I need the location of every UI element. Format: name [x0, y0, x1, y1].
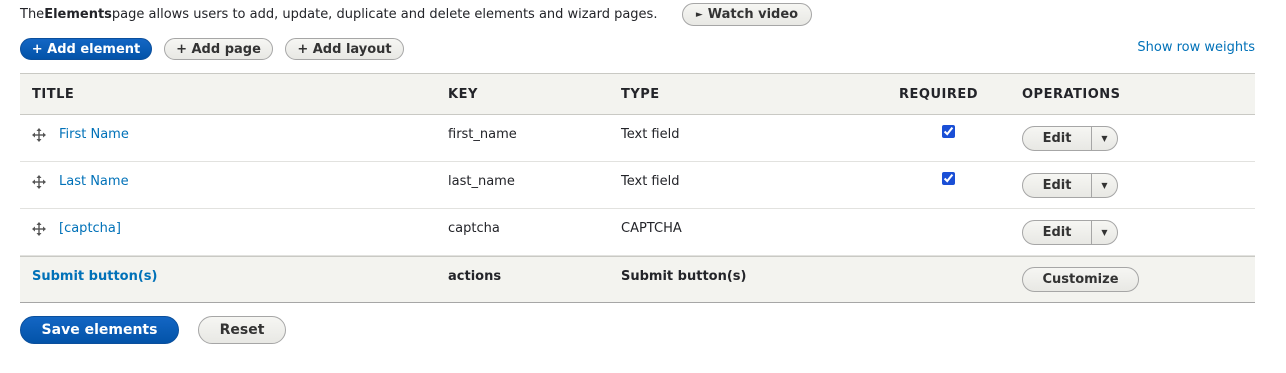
submit-title-link[interactable]: Submit button(s)	[32, 269, 157, 284]
header-operations: OPERATIONS	[1022, 87, 1121, 102]
reset-button[interactable]: Reset	[198, 316, 286, 344]
table-row: [captcha] captcha CAPTCHA Edit ▼	[20, 209, 1255, 256]
row-title-link[interactable]: Last Name	[59, 174, 129, 189]
row-type: CAPTCHA	[621, 221, 682, 236]
row-type: Text field	[621, 174, 680, 189]
row-type: Text field	[621, 127, 680, 142]
submit-key: actions	[448, 269, 502, 284]
table-header: TITLE KEY TYPE REQUIRED OPERATIONS	[20, 73, 1255, 115]
operations-dropbutton: Edit ▼	[1022, 220, 1118, 245]
row-key: captcha	[448, 221, 500, 236]
header-title: TITLE	[32, 87, 75, 102]
table-row: Last Name last_name Text field Edit ▼	[20, 162, 1255, 209]
required-checkbox[interactable]	[942, 125, 955, 138]
intro-suffix: page allows users to add, update, duplic…	[111, 6, 658, 22]
required-checkbox[interactable]	[942, 172, 955, 185]
operations-dropbutton: Edit ▼	[1022, 126, 1118, 151]
drag-handle-icon[interactable]	[32, 128, 46, 142]
edit-button[interactable]: Edit	[1023, 174, 1091, 197]
row-title-link[interactable]: [captcha]	[59, 221, 121, 236]
watch-video-button[interactable]: ► Watch video	[682, 3, 812, 26]
drag-handle-icon[interactable]	[32, 222, 46, 236]
intro-bold: Elements	[44, 6, 112, 22]
operations-dropbutton: Edit ▼	[1022, 173, 1118, 198]
save-elements-button[interactable]: Save elements	[20, 316, 179, 344]
elements-table: TITLE KEY TYPE REQUIRED OPERATIONS First…	[20, 73, 1255, 303]
submit-buttons-row: Submit button(s) actions Submit button(s…	[20, 256, 1255, 303]
intro-text: The Elements page allows users to add, u…	[20, 5, 657, 23]
show-row-weights-link[interactable]: Show row weights	[1137, 40, 1255, 55]
table-row: First Name first_name Text field Edit ▼	[20, 115, 1255, 162]
dropdown-toggle-icon[interactable]: ▼	[1091, 127, 1117, 150]
add-layout-button[interactable]: + Add layout	[285, 38, 404, 60]
add-page-button[interactable]: + Add page	[164, 38, 273, 60]
edit-button[interactable]: Edit	[1023, 221, 1091, 244]
edit-button[interactable]: Edit	[1023, 127, 1091, 150]
dropdown-toggle-icon[interactable]: ▼	[1091, 221, 1117, 244]
header-key: KEY	[448, 87, 478, 102]
drag-handle-icon[interactable]	[32, 175, 46, 189]
play-icon: ►	[695, 9, 703, 20]
row-key: last_name	[448, 174, 515, 189]
header-required: REQUIRED	[899, 87, 979, 102]
intro-prefix: The	[20, 6, 45, 22]
customize-button[interactable]: Customize	[1022, 267, 1139, 292]
add-element-button[interactable]: + Add element	[20, 38, 152, 60]
watch-video-label: Watch video	[707, 7, 799, 22]
header-type: TYPE	[621, 87, 660, 102]
submit-type: Submit button(s)	[621, 269, 747, 284]
row-key: first_name	[448, 127, 517, 142]
row-title-link[interactable]: First Name	[59, 127, 129, 142]
dropdown-toggle-icon[interactable]: ▼	[1091, 174, 1117, 197]
